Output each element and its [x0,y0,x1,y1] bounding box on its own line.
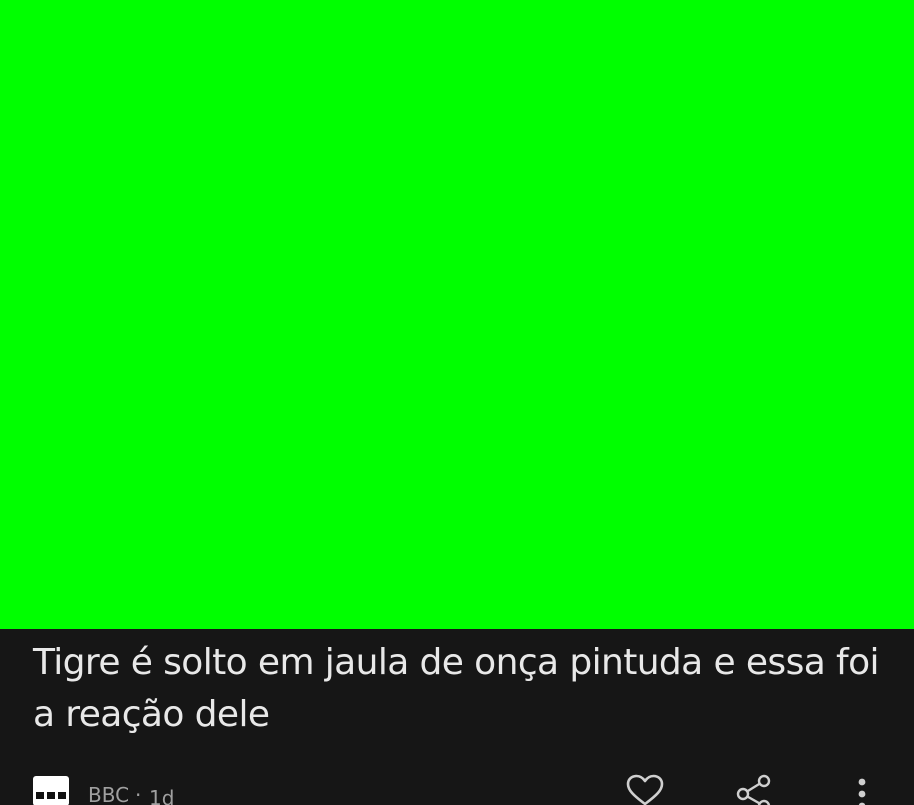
article-headline[interactable]: Tigre é solto em jaula de onça pintuda e… [33,637,893,741]
heart-icon[interactable] [625,773,665,805]
article-age: 1d [149,786,175,805]
meta-separator: · [135,783,142,805]
source-logo[interactable] [33,776,69,805]
article-meta-row: BBC · 1d [0,769,914,805]
headline-line-2: a reação dele [33,694,270,735]
source-name[interactable]: BBC [88,784,129,805]
logo-block-3 [58,792,66,799]
headline-line-1: Tigre é solto em jaula de onça pintuda e… [33,642,880,683]
article-thumbnail[interactable] [0,0,914,629]
more-vertical-icon[interactable] [842,773,882,805]
logo-block-2 [47,792,55,799]
article-content: Tigre é solto em jaula de onça pintuda e… [0,629,914,805]
news-card[interactable]: Tigre é solto em jaula de onça pintuda e… [0,0,914,805]
share-icon[interactable] [734,773,774,805]
logo-block-1 [36,792,44,799]
